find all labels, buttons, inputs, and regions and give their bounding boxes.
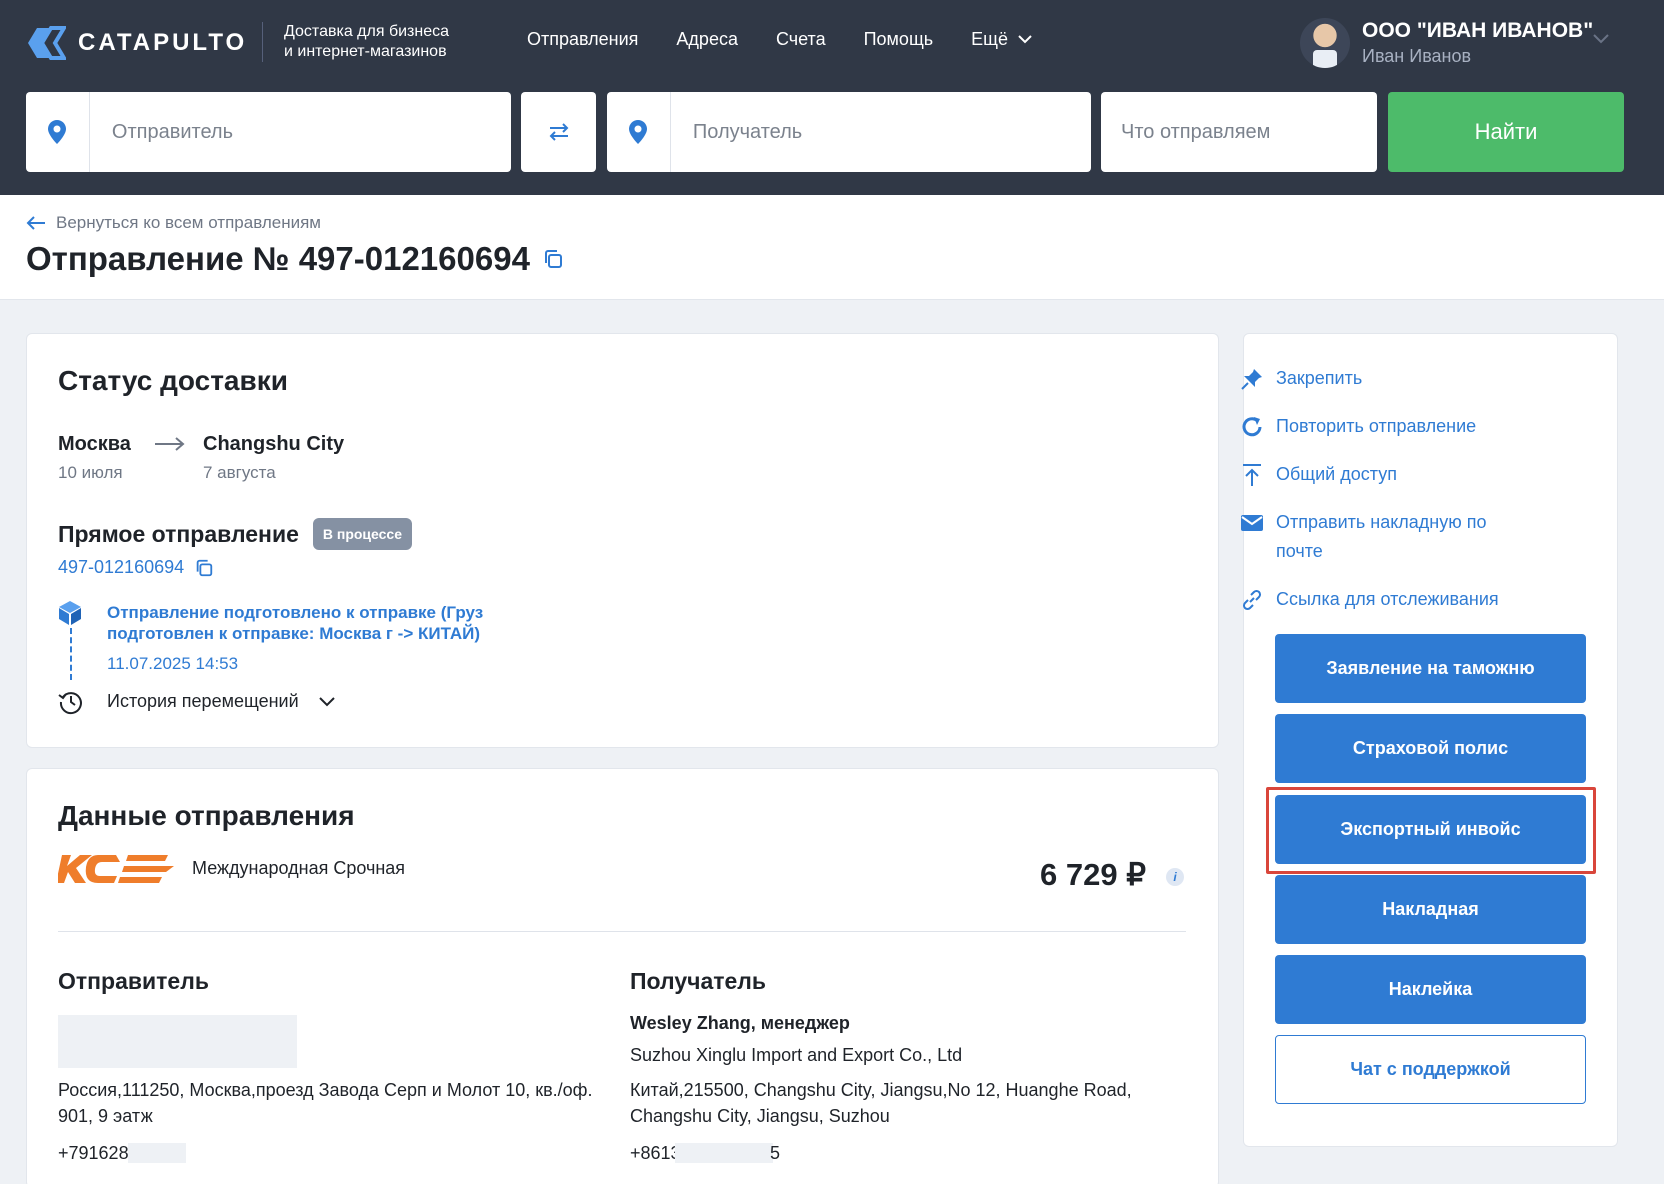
support-chat-button[interactable]: Чат с поддержкой: [1275, 1035, 1586, 1104]
logo-divider: [262, 22, 263, 62]
event-title: Отправление подготовлено к отправке (Гру…: [107, 603, 484, 643]
direct-shipment-label: Прямое отправление: [58, 520, 299, 547]
share-label: Общий доступ: [1276, 464, 1397, 484]
recipient-phone-suffix: 5: [770, 1143, 781, 1163]
direct-shipment: Прямое отправление В процессе: [58, 518, 413, 550]
what-field: [1101, 92, 1377, 172]
sender-phone-redacted: [128, 1143, 186, 1163]
repeat-label: Повторить отправление: [1276, 416, 1477, 436]
recipient-phone-prefix: +8613: [630, 1143, 681, 1163]
email-waybill-label: Отправить накладную по почте: [1276, 512, 1487, 561]
tracking-number-text: 497-012160694: [58, 557, 185, 577]
nav-help[interactable]: Помощь: [864, 29, 934, 50]
status-badge: В процессе: [312, 518, 413, 550]
sender-pin-box: [26, 92, 90, 172]
route-to-date: 7 августа: [203, 463, 276, 482]
recipient-input[interactable]: [670, 92, 1091, 172]
chevron-down-icon: [1018, 35, 1032, 44]
service-name: Международная Срочная: [192, 858, 406, 878]
mail-icon: [1240, 511, 1264, 535]
refresh-icon: [1240, 415, 1264, 439]
account-chevron-down-icon[interactable]: [1593, 34, 1609, 44]
pin-icon: [1240, 367, 1264, 391]
event-time: 11.07.2025 14:53: [107, 654, 239, 673]
account-user: Иван Иванов: [1362, 46, 1472, 66]
find-button[interactable]: Найти: [1388, 92, 1624, 172]
recipient-field: [607, 92, 1091, 172]
main-nav: Отправления Адреса Счета Помощь Ещё: [527, 29, 1070, 50]
shipment-heading: Данные отправления: [58, 800, 355, 831]
label-sticker-button[interactable]: Наклейка: [1275, 955, 1586, 1024]
sender-address: Россия,111250, Москва,проезд Завода Серп…: [58, 1080, 593, 1126]
recipient-address: Китай,215500, Changshu City, Jiangsu,No …: [630, 1080, 1132, 1126]
tracking-number[interactable]: 497-012160694: [58, 557, 214, 578]
recipient-company: Suzhou Xinglu Import and Export Co., Ltd: [630, 1045, 963, 1065]
tagline-line-2: и интернет-магазинов: [284, 43, 447, 60]
history-clock-icon: [58, 692, 82, 715]
history-toggle[interactable]: История перемещений: [107, 691, 335, 712]
back-link-label: Вернуться ко всем отправлениям: [56, 213, 321, 232]
status-heading: Статус доставки: [58, 365, 288, 396]
sender-name-redacted: [58, 1015, 297, 1068]
insurance-policy-button[interactable]: Страховой полис: [1275, 714, 1586, 783]
catapulto-logo-icon: [28, 26, 66, 60]
export-invoice-button[interactable]: Экспортный инвойс: [1275, 795, 1586, 864]
copy-icon[interactable]: [194, 558, 214, 578]
brand-logo[interactable]: CATAPULTO: [26, 26, 247, 60]
sender-heading: Отправитель: [58, 968, 209, 994]
recipient-pin-box: [607, 92, 671, 172]
tracking-link-action[interactable]: Ссылка для отслеживания: [1242, 585, 1499, 614]
nav-shipments[interactable]: Отправления: [527, 29, 638, 50]
customs-declaration-button[interactable]: Заявление на таможню: [1275, 634, 1586, 703]
location-pin-icon: [48, 120, 67, 144]
waybill-button[interactable]: Накладная: [1275, 875, 1586, 944]
route-from-city: Москва: [58, 433, 131, 455]
chevron-down-icon: [318, 696, 335, 706]
upload-icon: [1240, 463, 1264, 487]
info-icon[interactable]: i: [1166, 868, 1184, 886]
email-waybill-action[interactable]: Отправить накладную по почте: [1241, 508, 1516, 566]
location-pin-icon: [629, 120, 648, 144]
avatar: [1300, 18, 1350, 68]
pin-action[interactable]: Закрепить: [1241, 364, 1363, 393]
arrow-right-icon: [155, 437, 185, 451]
timeline-line: [70, 628, 72, 680]
link-icon: [1240, 588, 1264, 612]
page-title: Отправление № 497-012160694: [26, 240, 564, 278]
recipient-phone-redacted: [675, 1143, 773, 1163]
arrow-left-icon: [26, 216, 45, 230]
nav-more[interactable]: Ещё: [971, 29, 1032, 50]
sender-phone: +791628: [58, 1143, 129, 1163]
back-link[interactable]: Вернуться ко всем отправлениям: [26, 213, 321, 233]
share-action[interactable]: Общий доступ: [1243, 460, 1397, 489]
repeat-action[interactable]: Повторить отправление: [1242, 412, 1477, 441]
account-text: ООО "ИВАН ИВАНОВ" Иван Иванов: [1362, 19, 1593, 67]
tagline: Доставка для бизнеса и интернет-магазино…: [284, 22, 484, 62]
nav-more-label: Ещё: [971, 29, 1008, 49]
pin-label: Закрепить: [1276, 368, 1363, 388]
tracking-link-label: Ссылка для отслеживания: [1276, 589, 1499, 609]
copy-icon[interactable]: [542, 248, 564, 270]
nav-invoices[interactable]: Счета: [776, 29, 826, 50]
sender-input[interactable]: [89, 92, 511, 172]
price: 6 729 ₽: [1040, 857, 1146, 892]
nav-addresses[interactable]: Адреса: [676, 29, 738, 50]
divider: [58, 931, 1186, 932]
route-to-city: Changshu City: [203, 433, 345, 455]
account-menu[interactable]: ООО "ИВАН ИВАНОВ" Иван Иванов: [1300, 18, 1593, 68]
recipient-name: Wesley Zhang, менеджер: [630, 1013, 850, 1033]
what-input[interactable]: [1101, 92, 1377, 172]
swap-button[interactable]: [521, 92, 596, 172]
recipient-heading: Получатель: [630, 968, 767, 994]
route-from-date: 10 июля: [58, 463, 123, 482]
page-title-text: Отправление № 497-012160694: [26, 240, 530, 277]
sender-field: [26, 92, 511, 172]
tagline-line-1: Доставка для бизнеса: [284, 23, 450, 40]
brand-name: CATAPULTO: [78, 29, 248, 56]
account-company: ООО "ИВАН ИВАНОВ": [1362, 19, 1594, 42]
package-icon: [59, 601, 81, 625]
kse-carrier-logo: [58, 855, 174, 883]
history-label: История перемещений: [107, 691, 299, 711]
swap-arrows-icon: [549, 123, 568, 141]
